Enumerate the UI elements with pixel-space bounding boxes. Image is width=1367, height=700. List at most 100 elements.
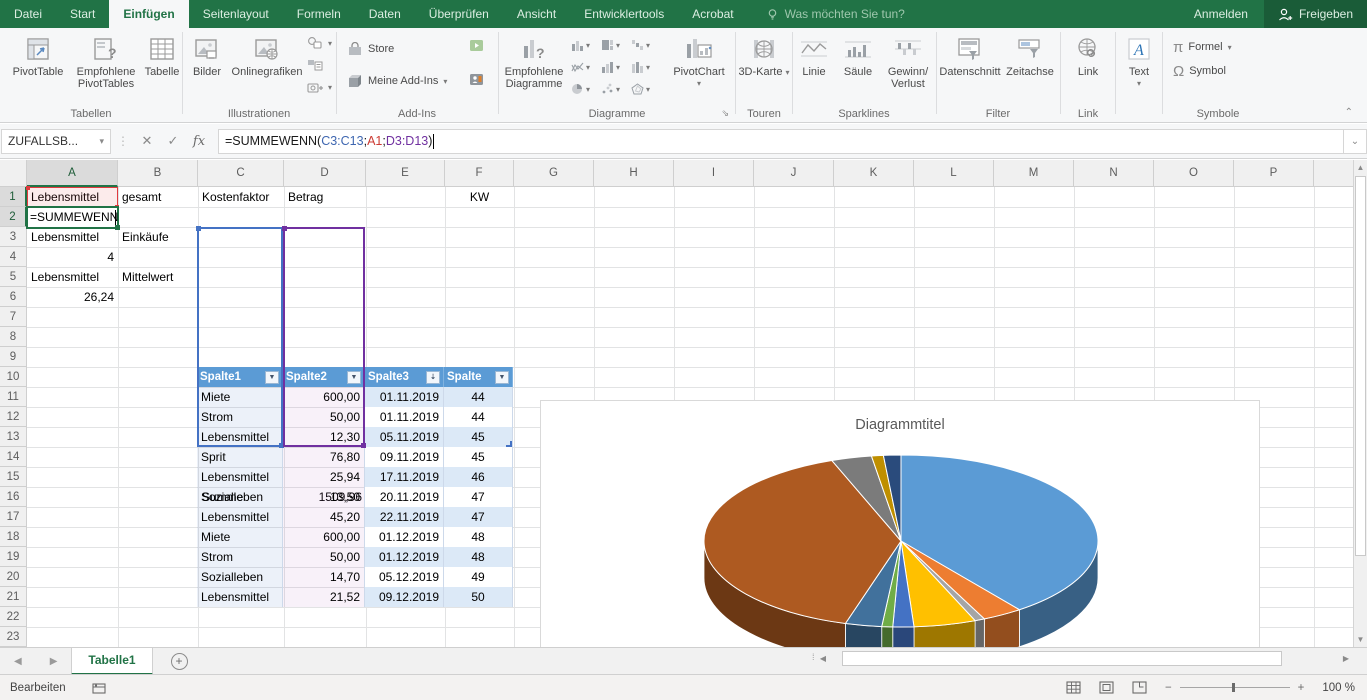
- cell-A4[interactable]: 4: [27, 247, 118, 267]
- scatter-chart-button[interactable]: ▾: [601, 78, 631, 100]
- table-cell[interactable]: Strom: [197, 547, 283, 567]
- vertical-scrollbar[interactable]: ▲ ▼: [1353, 160, 1367, 647]
- table-cell[interactable]: Strom: [197, 407, 283, 427]
- cell-A5[interactable]: Lebensmittel: [27, 267, 118, 287]
- worksheet-grid[interactable]: ABCDEFGHIJKLMNOP 12345678910111213141516…: [0, 160, 1353, 647]
- horizontal-scroll-thumb[interactable]: [842, 651, 1282, 666]
- row-header-4[interactable]: 4: [0, 247, 27, 267]
- radar-chart-button[interactable]: ▾: [631, 78, 661, 100]
- waterfall-chart-button[interactable]: ▾: [631, 34, 661, 56]
- table-cell[interactable]: 14,70: [283, 567, 365, 587]
- filter-dropdown-icon[interactable]: ▼: [265, 371, 279, 384]
- column-header-F[interactable]: F: [445, 160, 514, 187]
- cell-B5[interactable]: Mittelwert: [118, 267, 198, 287]
- tab-datei[interactable]: Datei: [0, 0, 56, 28]
- column-header-D[interactable]: D: [284, 160, 366, 187]
- table-cell[interactable]: 76,80: [283, 447, 365, 467]
- formula-bar-expand-button[interactable]: ⌄: [1343, 129, 1367, 154]
- select-all-corner[interactable]: [0, 160, 27, 187]
- addin-recent-1-icon[interactable]: [469, 34, 484, 56]
- table-cell[interactable]: 45,20: [283, 507, 365, 527]
- column-header-A[interactable]: A: [27, 160, 118, 187]
- shapes-button[interactable]: ▾: [307, 32, 332, 54]
- row-header-8[interactable]: 8: [0, 327, 27, 347]
- pivottable-button[interactable]: PivotTable: [6, 32, 70, 104]
- table-cell[interactable]: 01.11.2019: [365, 407, 444, 427]
- formel-button[interactable]: π Formel▾: [1173, 36, 1232, 58]
- tab-daten[interactable]: Daten: [355, 0, 415, 28]
- row-header-20[interactable]: 20: [0, 567, 27, 587]
- store-button[interactable]: Store: [347, 38, 394, 60]
- text-button[interactable]: A Text ▾: [1109, 32, 1169, 104]
- column-header-E[interactable]: E: [366, 160, 445, 187]
- cell-B1[interactable]: gesamt: [118, 187, 198, 207]
- tab-einfügen[interactable]: Einfügen: [109, 0, 188, 28]
- chart-title[interactable]: Diagrammtitel: [541, 417, 1259, 433]
- cell-F1[interactable]: KW: [445, 187, 514, 207]
- pie-chart-button[interactable]: ▾: [571, 78, 601, 100]
- row-header-9[interactable]: 9: [0, 347, 27, 367]
- row-header-15[interactable]: 15: [0, 467, 27, 487]
- table-cell[interactable]: Miete: [197, 387, 283, 407]
- zoom-level[interactable]: 100 %: [1322, 682, 1355, 694]
- line-chart-button[interactable]: ▾: [571, 56, 601, 78]
- sheet-nav-left-icon[interactable]: ◀: [0, 656, 36, 667]
- cancel-entry-button[interactable]: ✕: [134, 133, 160, 149]
- name-box[interactable]: ZUFALLSB... ▾: [1, 129, 111, 154]
- name-box-dropdown-icon[interactable]: ▾: [99, 136, 104, 147]
- tab-ansicht[interactable]: Ansicht: [503, 0, 570, 28]
- tab-start[interactable]: Start: [56, 0, 109, 28]
- row-header-6[interactable]: 6: [0, 287, 27, 307]
- scroll-right-icon[interactable]: ▶: [1339, 654, 1353, 663]
- row-header-16[interactable]: 16: [0, 487, 27, 507]
- page-layout-view-icon[interactable]: [1099, 681, 1114, 694]
- scroll-down-icon[interactable]: ▼: [1354, 635, 1367, 644]
- table-cell[interactable]: Sozialleben: [197, 567, 283, 587]
- table-header-spalte2[interactable]: Spalte2▼: [283, 367, 365, 387]
- table-cell[interactable]: 600,00: [283, 527, 365, 547]
- table-cell[interactable]: 09.11.2019: [365, 447, 444, 467]
- sparkline-saeule-button[interactable]: Säule: [837, 32, 879, 104]
- table-cell[interactable]: 44: [444, 407, 513, 427]
- row-header-5[interactable]: 5: [0, 267, 27, 287]
- hierarchy-chart-button[interactable]: ▾: [631, 56, 661, 78]
- tabelle-button[interactable]: Tabelle: [142, 32, 182, 104]
- page-break-view-icon[interactable]: [1132, 681, 1147, 694]
- column-chart-button[interactable]: ▾: [571, 34, 601, 56]
- vertical-scroll-thumb[interactable]: [1355, 176, 1366, 556]
- table-cell[interactable]: Miete: [197, 527, 283, 547]
- filter-dropdown-icon[interactable]: ▼: [347, 371, 361, 384]
- row-header-19[interactable]: 19: [0, 547, 27, 567]
- macro-record-icon[interactable]: [92, 682, 106, 694]
- tab-acrobat[interactable]: Acrobat: [678, 0, 747, 28]
- row-header-2[interactable]: 2: [0, 207, 27, 227]
- table-cell[interactable]: Lebensmittel: [197, 587, 283, 607]
- table-cell[interactable]: 47: [444, 487, 513, 507]
- scroll-left-icon[interactable]: ◀: [816, 654, 830, 663]
- formula-bar-splitter[interactable]: ⋮: [117, 134, 128, 148]
- cell-A1[interactable]: Lebensmittel: [27, 187, 118, 207]
- share-button[interactable]: Freigeben: [1264, 0, 1367, 28]
- table-cell[interactable]: 01.12.2019: [365, 547, 444, 567]
- column-header-K[interactable]: K: [834, 160, 914, 187]
- normal-view-icon[interactable]: [1066, 681, 1081, 694]
- table-cell[interactable]: 05.11.2019: [365, 427, 444, 447]
- addin-recent-2-icon[interactable]: [469, 68, 484, 90]
- cell-B3[interactable]: Einkäufe: [118, 227, 198, 247]
- table-cell[interactable]: 12,30: [283, 427, 365, 447]
- zoom-out-icon[interactable]: −: [1165, 682, 1172, 694]
- sheet-nav-right-icon[interactable]: ▶: [36, 656, 72, 667]
- row-header-17[interactable]: 17: [0, 507, 27, 527]
- pivotchart-button[interactable]: PivotChart ▾: [667, 32, 731, 104]
- table-cell[interactable]: 05.12.2019: [365, 567, 444, 587]
- sort-ascending-icon[interactable]: ⇣: [426, 371, 440, 384]
- cell-A6[interactable]: 26,24: [27, 287, 118, 307]
- column-header-P[interactable]: P: [1234, 160, 1314, 187]
- table-cell[interactable]: 46: [444, 467, 513, 487]
- table-resize-handle[interactable]: [506, 441, 512, 447]
- enter-entry-button[interactable]: ✓: [160, 133, 186, 149]
- cell-D1[interactable]: Betrag: [284, 187, 366, 207]
- row-header-22[interactable]: 22: [0, 607, 27, 627]
- column-header-N[interactable]: N: [1074, 160, 1154, 187]
- bilder-button[interactable]: Bilder: [185, 32, 229, 104]
